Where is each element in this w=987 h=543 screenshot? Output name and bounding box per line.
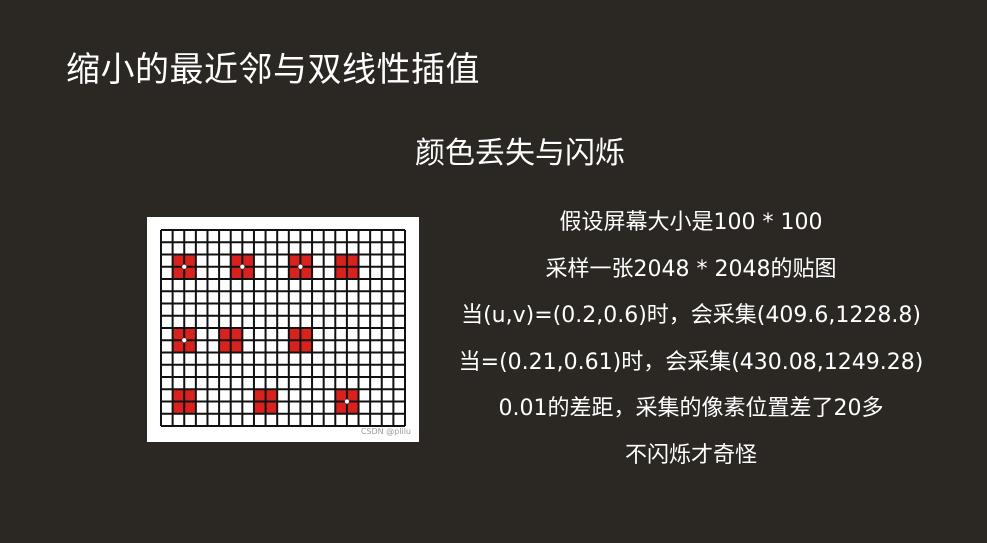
slide-subtitle: 颜色丢失与闪烁: [415, 136, 625, 171]
sample-point-dot-1: [181, 264, 187, 270]
texture-grid-svg: [160, 229, 406, 427]
sample-point-dot-5: [181, 337, 187, 343]
texture-grid-figure: CSDN @plilu: [147, 217, 419, 442]
text-line-sample-1: 当(u,v)=(0.2,0.6)时，会采集(409.6,1228.8): [461, 303, 921, 328]
slide: 缩小的最近邻与双线性插值 颜色丢失与闪烁 CSDN @plilu 假设屏幕大小是…: [0, 0, 987, 543]
text-line-sample-2: 当=(0.21,0.61)时，会采集(430.08,1249.28): [458, 349, 924, 375]
explanation-text: 假设屏幕大小是100 * 100 采样一张2048 * 2048的贴图 当(u,…: [436, 200, 946, 479]
text-line-texture-size: 采样一张2048 * 2048的贴图: [545, 256, 837, 282]
sample-point-dot-10: [344, 398, 350, 405]
text-line-screen-size: 假设屏幕大小是100 * 100: [559, 210, 823, 235]
sample-point-dot-3: [297, 264, 304, 270]
figure-watermark: CSDN @plilu: [360, 427, 411, 436]
text-line-conclusion: 不闪烁才奇怪: [624, 442, 757, 468]
text-line-difference: 0.01的差距，采集的像素位置差了20多: [498, 396, 884, 421]
sample-point-dot-2: [239, 264, 246, 270]
slide-title: 缩小的最近邻与双线性插值: [66, 50, 480, 90]
